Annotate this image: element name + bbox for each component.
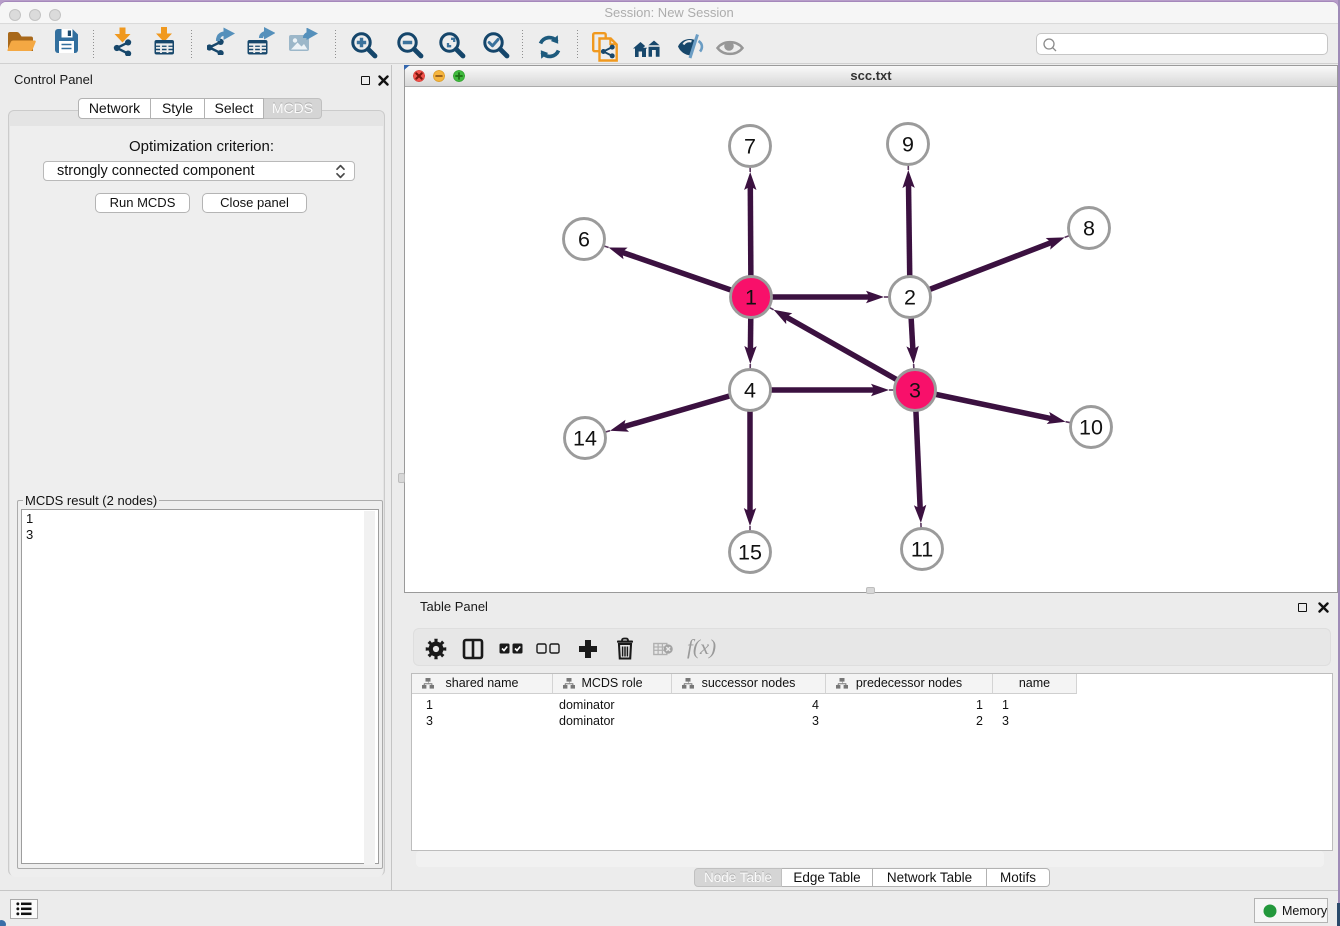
svg-text:11: 11 (911, 538, 933, 562)
svg-text:3: 3 (909, 379, 921, 403)
svg-text:6: 6 (578, 228, 590, 252)
svg-text:7: 7 (744, 135, 756, 159)
svg-text:10: 10 (1079, 416, 1103, 440)
svg-text:9: 9 (902, 133, 914, 157)
svg-text:4: 4 (744, 379, 756, 403)
svg-text:2: 2 (904, 286, 916, 310)
svg-text:8: 8 (1083, 217, 1095, 241)
svg-text:1: 1 (745, 286, 757, 310)
svg-text:15: 15 (738, 541, 762, 565)
svg-text:14: 14 (573, 427, 597, 451)
